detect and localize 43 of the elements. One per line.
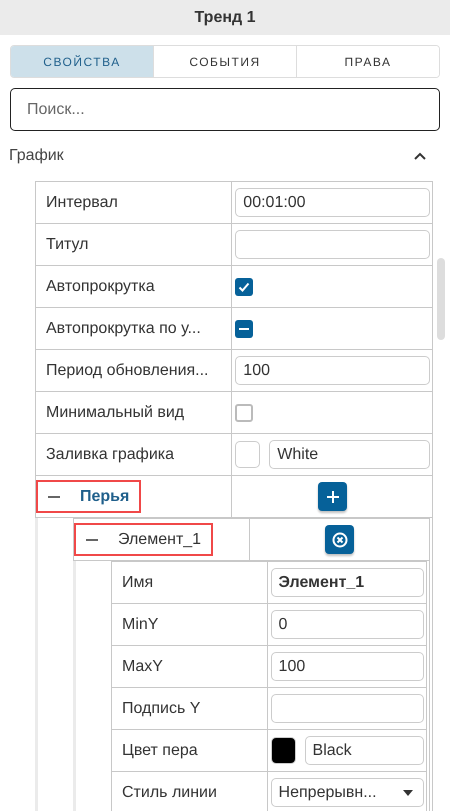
property-label: MaxY xyxy=(122,658,163,676)
group-toggle[interactable]: Элемент_1 xyxy=(74,523,214,556)
plus-icon xyxy=(326,490,340,504)
scrollbar[interactable] xyxy=(437,258,445,340)
section-title: График xyxy=(9,147,64,165)
property-label: Автопрокрутка xyxy=(46,278,155,296)
checkbox[interactable] xyxy=(235,404,254,422)
property-label: Заливка графика xyxy=(46,446,174,464)
input-field[interactable]: 0 xyxy=(270,610,424,639)
input-field[interactable] xyxy=(270,694,424,723)
property-label: Минимальный вид xyxy=(46,404,184,422)
input-field[interactable]: Black xyxy=(304,736,424,765)
input-field[interactable]: 100 xyxy=(270,652,424,681)
check-icon xyxy=(238,280,250,292)
group-toggle[interactable]: Перья xyxy=(36,480,142,513)
input-field[interactable]: 100 xyxy=(235,356,430,385)
panel-title: Тренд 1 xyxy=(194,8,256,26)
collapse-icon[interactable] xyxy=(414,152,426,160)
input-field[interactable]: 00:01:00 xyxy=(235,188,430,217)
property-label: Цвет пера xyxy=(122,742,198,760)
tab[interactable]: ПРАВА xyxy=(296,46,439,77)
dropdown[interactable]: Непрерывн... xyxy=(270,778,424,807)
tab[interactable]: СВОЙСТВА xyxy=(11,46,153,77)
checkbox[interactable] xyxy=(235,278,254,296)
search-field[interactable]: Поиск... xyxy=(10,88,440,131)
color-swatch[interactable] xyxy=(235,441,260,468)
property-label: Стиль линии xyxy=(122,784,217,802)
checkbox[interactable] xyxy=(235,320,254,338)
property-label: Интервал xyxy=(46,194,118,212)
input-field[interactable]: Элемент_1 xyxy=(270,568,424,597)
property-label: Титул xyxy=(46,236,88,254)
property-label: Подпись Y xyxy=(122,700,200,718)
add-button[interactable] xyxy=(318,482,348,511)
property-label: Период обновления... xyxy=(46,362,208,380)
close-icon xyxy=(332,532,348,548)
color-swatch[interactable] xyxy=(270,737,296,764)
property-label: Имя xyxy=(122,574,154,592)
caret-icon xyxy=(403,790,413,796)
remove-button[interactable] xyxy=(325,525,354,554)
property-label: Автопрокрутка по у... xyxy=(46,320,201,338)
property-label: MinY xyxy=(122,616,158,634)
input-field[interactable]: White xyxy=(269,440,430,469)
input-field[interactable] xyxy=(235,230,430,259)
